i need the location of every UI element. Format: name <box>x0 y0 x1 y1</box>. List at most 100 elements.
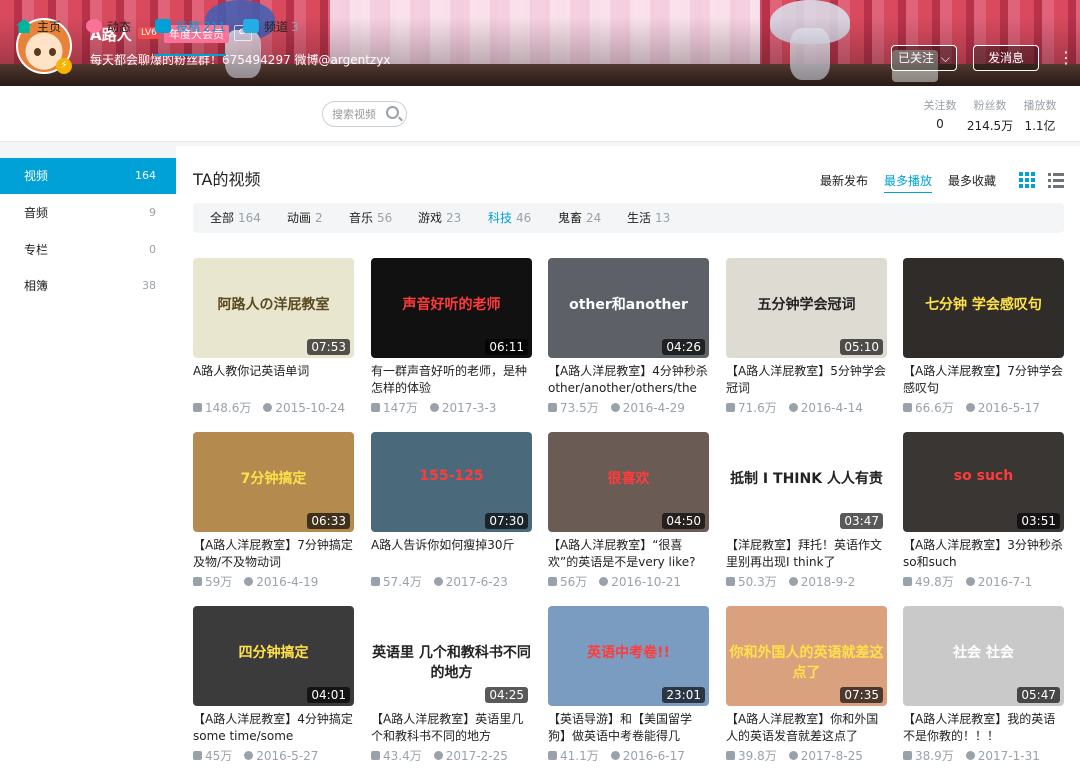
video-title[interactable]: 【A路人洋屁教室】7分钟搞定及物/不及物动词 <box>193 537 354 571</box>
video-card[interactable]: 很喜欢 04:50 【A路人洋屁教室】“很喜欢”的英语是不是very like? 56… <box>548 432 709 592</box>
video-card[interactable]: 英语里 几个和教科书不同 的地方 04:25 【A路人洋屁教室】英语里几个和教科书不… <box>371 606 532 766</box>
filter-animation[interactable]: 动画 2 <box>287 203 323 233</box>
clock-icon <box>433 751 443 760</box>
play-count: 56万 <box>560 575 588 589</box>
tab-posts[interactable]: 投稿 211 <box>155 0 226 56</box>
filter-game[interactable]: 游戏 23 <box>418 203 461 233</box>
filter-life[interactable]: 生活 13 <box>627 203 670 233</box>
video-title[interactable]: 【A路人洋屁教室】5分钟学会冠词 <box>726 363 887 397</box>
video-card[interactable]: 英语中考卷!! 23:01 【英语导游】和【美国留学狗】做英语中考卷能得几分？！ 41… <box>548 606 709 766</box>
video-title[interactable]: 【A路人洋屁教室】4分钟秒杀other/another/others/the <box>548 363 709 397</box>
filter-count: 56 <box>377 211 393 225</box>
video-thumbnail[interactable]: 7分钟搞定 06:33 <box>193 432 354 532</box>
more-options-icon[interactable]: ⋮ <box>1058 47 1074 71</box>
sidebar-item-article[interactable]: 专栏 0 <box>0 232 176 268</box>
thumbnail-caption: 五分钟学会冠词 <box>757 297 856 313</box>
list-view-icon[interactable] <box>1048 172 1064 188</box>
video-title[interactable]: 【A路人洋屁教室】你和外国人的英语发音就差这点了 <box>726 711 887 745</box>
video-card[interactable]: other和another 04:26 【A路人洋屁教室】4分钟秒杀other/an… <box>548 258 709 418</box>
sort-most-played[interactable]: 最多播放 <box>884 172 933 193</box>
video-title[interactable]: 【A路人洋屁教室】“很喜欢”的英语是不是very like? <box>548 537 709 571</box>
grid-view-icon[interactable] <box>1019 172 1035 188</box>
video-thumbnail[interactable]: 英语中考卷!! 23:01 <box>548 606 709 706</box>
search-input[interactable] <box>332 102 390 126</box>
video-thumbnail[interactable]: 抵制 I THINK 人人有责 03:47 <box>726 432 887 532</box>
thumbnail-caption: 7分钟搞定 <box>240 471 307 487</box>
video-thumbnail[interactable]: so such 03:51 <box>903 432 1064 532</box>
video-title[interactable]: 【A路人洋屁教室】3分钟秒杀so和such <box>903 537 1064 571</box>
sidebar-item-count: 0 <box>149 243 156 256</box>
stat-value: 214.5万 <box>966 119 1014 133</box>
filter-music[interactable]: 音乐 56 <box>349 203 392 233</box>
sidebar-item-album[interactable]: 相簿 38 <box>0 268 176 304</box>
video-card[interactable]: 五分钟学会冠词 05:10 【A路人洋屁教室】5分钟学会冠词 71.6万 2016-4-… <box>726 258 887 418</box>
stat-fans[interactable]: 粉丝数 214.5万 <box>966 97 1014 134</box>
send-message-button[interactable]: 发消息 <box>973 45 1039 71</box>
video-card[interactable]: 四分钟搞定 04:01 【A路人洋屁教室】4分钟搞定some time/some 45… <box>193 606 354 766</box>
stat-following[interactable]: 关注数 0 <box>920 97 960 131</box>
tab-posts-count: 211 <box>203 20 226 34</box>
video-card[interactable]: 155-125 07:30 A路人告诉你如何瘦掉30斤 57.4万 2017-6-23 <box>371 432 532 592</box>
filter-tech[interactable]: 科技 46 <box>488 203 531 233</box>
video-card[interactable]: 社会 社会 05:47 【A路人洋屁教室】我的英语不是你教的！！！ 38.9万 2017… <box>903 606 1064 766</box>
video-thumbnail[interactable]: 很喜欢 04:50 <box>548 432 709 532</box>
video-card[interactable]: 7分钟搞定 06:33 【A路人洋屁教室】7分钟搞定及物/不及物动词 59万 2016-… <box>193 432 354 592</box>
video-duration: 07:35 <box>840 687 883 703</box>
video-thumbnail[interactable]: other和another 04:26 <box>548 258 709 358</box>
video-title[interactable]: 有一群声音好听的老师，是种怎样的体验 <box>371 363 532 397</box>
video-title[interactable]: 【A路人洋屁教室】英语里几个和教科书不同的地方 <box>371 711 532 745</box>
video-title[interactable]: 【A路人洋屁教室】我的英语不是你教的！！！ <box>903 711 1064 745</box>
filter-count: 24 <box>586 211 602 225</box>
video-thumbnail[interactable]: 声音好听的老师 06:11 <box>371 258 532 358</box>
filter-all[interactable]: 全部 164 <box>210 203 261 233</box>
upload-date: 2018-9-2 <box>800 575 856 589</box>
play-count-icon <box>903 751 912 760</box>
play-count: 66.6万 <box>915 401 954 415</box>
sort-latest[interactable]: 最新发布 <box>820 172 868 189</box>
video-title[interactable]: 【洋屁教室】拜托！英语作文里别再出现I think了 <box>726 537 887 571</box>
tab-home[interactable]: 主页 <box>16 0 61 56</box>
follow-button[interactable]: 已关注 ⌵ <box>891 45 957 71</box>
search-icon[interactable] <box>386 106 399 119</box>
clock-icon <box>263 403 273 412</box>
video-thumbnail[interactable]: 五分钟学会冠词 05:10 <box>726 258 887 358</box>
video-meta: 43.4万 2017-2-25 <box>371 747 541 764</box>
video-card[interactable]: 阿路人の洋屁教室 07:53 A路人教你记英语单词 148.6万 2015-10-24 <box>193 258 354 418</box>
sort-most-favorited[interactable]: 最多收藏 <box>948 172 996 189</box>
sidebar-item-audio[interactable]: 音频 9 <box>0 195 176 231</box>
video-title[interactable]: 【英语导游】和【美国留学狗】做英语中考卷能得几分？！ <box>548 711 709 745</box>
video-card[interactable]: 七分钟 学会感叹句 【A路人洋屁教室】7分钟学会感叹句 66.6万 2016-5-17 <box>903 258 1064 418</box>
stat-label: 播放数 <box>1023 99 1057 112</box>
video-title[interactable]: A路人告诉你如何瘦掉30斤 <box>371 537 532 554</box>
tab-posts-label: 投稿 <box>176 20 201 34</box>
filter-kichiku[interactable]: 鬼畜 24 <box>558 203 601 233</box>
video-thumbnail[interactable]: 四分钟搞定 04:01 <box>193 606 354 706</box>
video-thumbnail[interactable]: 阿路人の洋屁教室 07:53 <box>193 258 354 358</box>
video-title[interactable]: A路人教你记英语单词 <box>193 363 354 380</box>
thumbnail-caption: other和another <box>569 297 688 313</box>
video-duration: 03:51 <box>1017 513 1060 529</box>
tab-channel[interactable]: 频道 3 <box>243 0 299 56</box>
tab-dynamic[interactable]: 动态 <box>86 0 131 56</box>
video-meta: 56万 2016-10-21 <box>548 573 718 590</box>
sidebar-item-video[interactable]: 视频 164 <box>0 158 176 194</box>
play-count-icon <box>548 751 557 760</box>
video-duration: 03:47 <box>840 513 883 529</box>
video-meta: 50.3万 2018-9-2 <box>726 573 896 590</box>
video-card[interactable]: 抵制 I THINK 人人有责 03:47 【洋屁教室】拜托！英语作文里别再出现I … <box>726 432 887 592</box>
video-thumbnail[interactable]: 你和外国人的英语就差这点了 07:35 <box>726 606 887 706</box>
video-card[interactable]: 你和外国人的英语就差这点了 07:35 【A路人洋屁教室】你和外国人的英语发音就差这… <box>726 606 887 766</box>
stat-plays: 播放数 1.1亿 <box>1020 97 1060 134</box>
video-card[interactable]: so such 03:51 【A路人洋屁教室】3分钟秒杀so和such 49.8万 20… <box>903 432 1064 592</box>
video-thumbnail[interactable]: 社会 社会 05:47 <box>903 606 1064 706</box>
video-card[interactable]: 声音好听的老师 06:11 有一群声音好听的老师，是种怎样的体验 147万 2017-3… <box>371 258 532 418</box>
video-thumbnail[interactable]: 155-125 07:30 <box>371 432 532 532</box>
upload-date: 2017-2-25 <box>445 749 508 763</box>
clock-icon <box>599 577 609 586</box>
stat-label: 粉丝数 <box>973 99 1007 112</box>
video-title[interactable]: 【A路人洋屁教室】7分钟学会感叹句 <box>903 363 1064 397</box>
video-thumbnail[interactable]: 七分钟 学会感叹句 <box>903 258 1064 358</box>
video-thumbnail[interactable]: 英语里 几个和教科书不同 的地方 04:25 <box>371 606 532 706</box>
video-title[interactable]: 【A路人洋屁教室】4分钟搞定some time/some <box>193 711 354 745</box>
thumbnail-caption: 四分钟搞定 <box>238 645 309 661</box>
